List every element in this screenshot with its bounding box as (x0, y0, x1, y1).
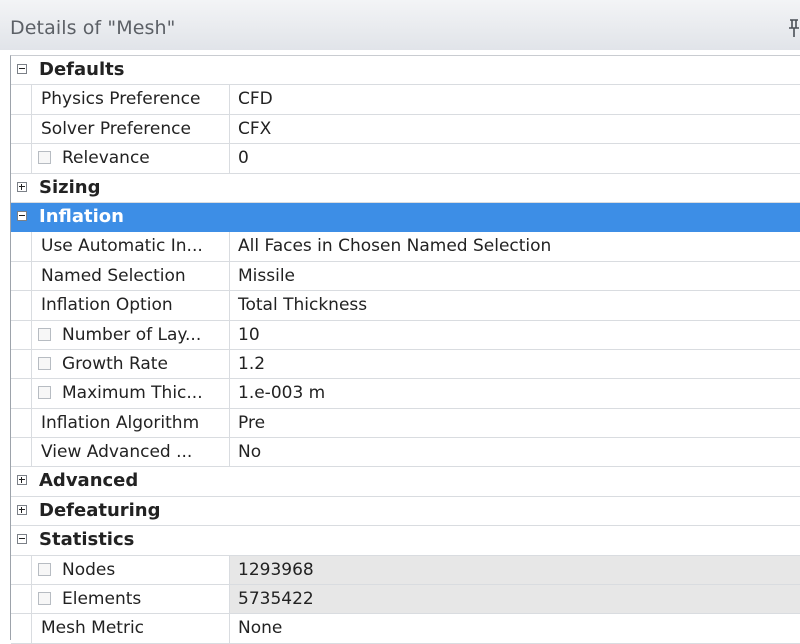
property-value-cell[interactable]: CFX (230, 115, 800, 143)
group-label: Defaults (39, 59, 125, 80)
property-name-cell: Growth Rate (31, 349, 230, 379)
property-value-cell[interactable]: CFD (230, 85, 800, 113)
property-row-maximum-thickness[interactable]: Maximum Thic... 1.e-003 m (11, 379, 800, 409)
pin-icon[interactable] (788, 18, 800, 38)
property-row-relevance[interactable]: Relevance 0 (11, 144, 800, 174)
property-name: Relevance (62, 148, 150, 169)
property-name: Use Automatic In... (41, 236, 203, 257)
property-name-cell: Inflation Option (31, 291, 230, 320)
parameter-checkbox[interactable] (38, 356, 51, 370)
group-defaults[interactable]: Defaults (11, 56, 800, 86)
property-name-cell: Physics Preference (31, 85, 230, 114)
parameter-checkbox[interactable] (38, 386, 51, 400)
property-value: 0 (238, 148, 249, 169)
group-statistics[interactable]: Statistics (11, 526, 800, 556)
property-name-cell: Number of Lay... (31, 320, 230, 349)
details-property-grid: Defaults Physics Preference CFD Solver P… (10, 55, 800, 644)
group-sizing[interactable]: Sizing (11, 174, 800, 203)
group-label: Statistics (39, 529, 135, 551)
property-value-cell: 1293968 (230, 555, 800, 585)
property-row-named-selection[interactable]: Named Selection Missile (11, 261, 800, 292)
property-name: Solver Preference (41, 118, 191, 139)
property-value: Total Thickness (238, 295, 368, 316)
property-value: 5735422 (238, 589, 314, 610)
collapse-toggle-icon[interactable] (17, 210, 27, 221)
property-name-cell: Use Automatic In... (31, 232, 230, 261)
parameter-checkbox[interactable] (38, 592, 51, 606)
property-row-nodes[interactable]: Nodes 1293968 (11, 555, 800, 586)
property-name: Named Selection (41, 265, 186, 286)
property-row-physics-preference[interactable]: Physics Preference CFD (11, 85, 800, 115)
group-label: Defeaturing (39, 499, 161, 521)
property-value: 1.e-003 m (238, 383, 326, 404)
property-row-mesh-metric[interactable]: Mesh Metric None (11, 614, 800, 644)
property-row-growth-rate[interactable]: Growth Rate 1.2 (11, 349, 800, 380)
property-value-cell[interactable]: Missile (230, 262, 800, 290)
parameter-checkbox[interactable] (38, 151, 51, 165)
property-value: No (238, 442, 262, 463)
property-name-cell: Elements (31, 585, 230, 614)
group-label: Inflation (39, 205, 124, 227)
panel-title: Details of "Mesh" (10, 17, 176, 39)
property-name: Number of Lay... (62, 324, 202, 345)
property-row-use-automatic-inflation[interactable]: Use Automatic In... All Faces in Chosen … (11, 232, 800, 262)
property-name-cell: View Advanced ... (31, 438, 230, 467)
property-value-cell[interactable]: 1.2 (230, 350, 800, 378)
property-name: Elements (62, 589, 142, 610)
property-name: Inflation Algorithm (41, 412, 200, 433)
property-row-view-advanced-options[interactable]: View Advanced ... No (11, 438, 800, 468)
parameter-checkbox[interactable] (38, 327, 51, 341)
property-value: None (238, 618, 283, 639)
group-label: Advanced (39, 470, 139, 492)
property-value-cell[interactable]: 0 (230, 144, 800, 172)
property-name: Physics Preference (41, 89, 201, 110)
collapse-toggle-icon[interactable] (17, 64, 27, 74)
property-value: All Faces in Chosen Named Selection (238, 236, 552, 257)
property-value-cell[interactable]: Pre (230, 409, 800, 437)
property-value-cell[interactable]: 10 (230, 321, 800, 349)
property-name: Nodes (62, 559, 116, 580)
property-name-cell: Solver Preference (31, 114, 230, 144)
property-name: Growth Rate (62, 353, 168, 374)
collapse-toggle-icon[interactable] (17, 534, 27, 545)
property-value-cell[interactable]: No (230, 438, 800, 466)
property-value-cell[interactable]: 1.e-003 m (230, 379, 800, 407)
property-value: CFX (238, 118, 272, 139)
property-value: Pre (238, 412, 266, 433)
expand-toggle-icon[interactable] (17, 504, 27, 515)
property-name: View Advanced ... (41, 442, 193, 463)
property-name-cell: Inflation Algorithm (31, 408, 230, 438)
property-value: 10 (238, 324, 260, 345)
property-value-cell: 5735422 (230, 585, 800, 614)
property-row-solver-preference[interactable]: Solver Preference CFX (11, 114, 800, 145)
group-label: Sizing (39, 176, 101, 198)
property-name-cell: Maximum Thic... (31, 379, 230, 408)
property-row-inflation-algorithm[interactable]: Inflation Algorithm Pre (11, 408, 800, 439)
property-row-elements[interactable]: Elements 5735422 (11, 585, 800, 615)
property-value: CFD (238, 89, 273, 110)
property-row-inflation-option[interactable]: Inflation Option Total Thickness (11, 291, 800, 321)
group-inflation[interactable]: Inflation (11, 202, 800, 233)
property-name: Maximum Thic... (62, 383, 203, 404)
property-name: Mesh Metric (41, 618, 145, 639)
property-value: 1.2 (238, 353, 266, 374)
property-name-cell: Named Selection (31, 261, 230, 291)
expand-toggle-icon[interactable] (17, 181, 27, 192)
expand-toggle-icon[interactable] (17, 475, 27, 486)
group-defeaturing[interactable]: Defeaturing (11, 497, 800, 527)
property-row-number-of-layers[interactable]: Number of Lay... 10 (11, 320, 800, 350)
property-value-cell[interactable]: All Faces in Chosen Named Selection (230, 232, 800, 260)
property-name: Inflation Option (41, 295, 173, 316)
property-value: 1293968 (238, 559, 314, 580)
property-value: Missile (238, 265, 296, 286)
property-name-cell: Nodes (31, 555, 230, 585)
details-panel-titlebar: Details of "Mesh" (0, 0, 800, 50)
property-name-cell: Relevance (31, 144, 230, 173)
property-value-cell[interactable]: Total Thickness (230, 291, 800, 319)
group-advanced[interactable]: Advanced (11, 467, 800, 497)
parameter-checkbox[interactable] (38, 562, 51, 576)
